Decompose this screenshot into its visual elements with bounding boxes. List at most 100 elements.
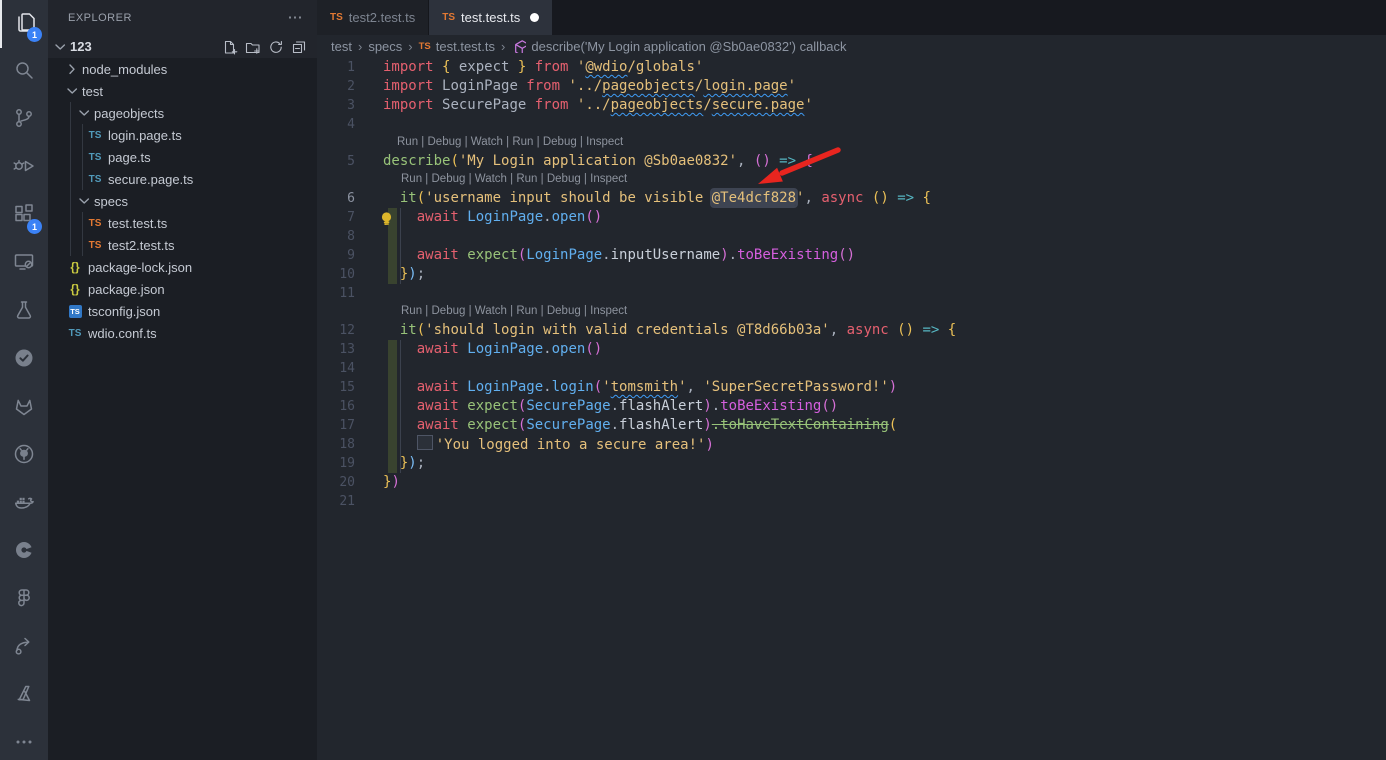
code-token: it [400,322,417,338]
tree-item-label: specs [94,194,128,209]
codelens-debug-link[interactable]: Debug [432,173,466,185]
activity-item-explorer[interactable]: 1 [0,0,48,48]
line-number: 3 [317,96,355,115]
views-more-icon[interactable]: ⋯ [288,13,304,23]
code-token: await [417,417,468,433]
code-token: import [383,78,442,94]
badge-count: 1 [27,27,42,42]
ts-file-icon: TS [330,12,343,23]
codelens-run-link[interactable]: Run [401,173,422,185]
tree-item-secure-page-ts[interactable]: TSsecure.page.ts [48,168,317,190]
code-token: await [417,247,468,263]
tree-item-label: node_modules [82,62,167,77]
code-token: / [703,97,711,113]
code-token: => [771,153,805,169]
codelens-inspect-link[interactable]: Inspect [586,136,623,148]
tree-item-label: package-lock.json [88,260,192,275]
codelens-run-link[interactable]: Run [397,136,418,148]
refresh-explorer-icon[interactable] [268,39,284,55]
activity-item-docker[interactable] [0,480,48,528]
breadcrumb-item-test-test-ts[interactable]: TStest.test.ts [419,39,495,54]
codelens-row: Run | Debug | Watch | Run | Debug | Insp… [317,134,1386,152]
codelens-separator: | [461,136,470,148]
codelens-debug-link[interactable]: Debug [547,173,581,185]
activity-item-search[interactable] [0,48,48,96]
tree-item-pageobjects[interactable]: pageobjects [48,102,317,124]
codelens-separator: | [581,173,590,185]
code-line-3: 3import SecurePage from '../pageobjects/… [317,96,1386,115]
code-token: expect [467,398,518,414]
activity-item-circleci[interactable] [0,528,48,576]
code-token: ) [703,417,711,433]
breadcrumb: test›specs›TStest.test.ts›describe('My L… [317,35,1386,58]
code-token: SecurePage [526,417,610,433]
tab-label: test2.test.ts [349,10,415,25]
code-line-1: 1import { expect } from '@wdio/globals' [317,58,1386,77]
codelens-run-link[interactable]: Run [512,136,533,148]
codelens-inspect-link[interactable]: Inspect [590,305,627,317]
activity-item-extensions[interactable]: 1 [0,192,48,240]
codelens-watch-link[interactable]: Watch [475,173,507,185]
codelens-watch-link[interactable]: Watch [471,136,503,148]
git-added-indicator-bar [388,397,397,416]
activity-item-run-and-debug[interactable] [0,144,48,192]
codelens-separator: | [537,305,546,317]
lightbulb-icon[interactable] [379,210,395,226]
codelens-debug-link[interactable]: Debug [543,136,577,148]
indent-guide [400,265,401,284]
codelens-run-link[interactable]: Run [401,305,422,317]
breadcrumb-separator: › [358,39,362,54]
breadcrumb-item-describe-my-login-a[interactable]: describe('My Login application @Sb0ae083… [511,38,846,56]
new-folder-icon[interactable] [245,39,261,55]
code-line-21: 21 [317,492,1386,511]
breadcrumb-separator: › [501,39,505,54]
indent-guide [400,416,401,435]
codelens-debug-link[interactable]: Debug [432,305,466,317]
code-token: ; [417,455,425,471]
activity-item-more-actions[interactable] [0,720,48,760]
file-tree: node_modulestestpageobjectsTSlogin.page.… [48,58,317,760]
tree-item-package-lock-json[interactable]: {}package-lock.json [48,256,317,278]
code-token: await [417,398,468,414]
breadcrumb-item-test[interactable]: test [331,39,352,54]
new-file-icon[interactable] [222,39,238,55]
line-number: 17 [317,416,355,435]
tab-test-test-ts[interactable]: TStest.test.ts [429,0,552,35]
code-line-19: 19 }); [317,454,1386,473]
tree-item-page-ts[interactable]: TSpage.ts [48,146,317,168]
activity-item-testing[interactable] [0,288,48,336]
tree-item-specs[interactable]: specs [48,190,317,212]
tree-item-test[interactable]: test [48,80,317,102]
activity-item-live-share[interactable] [0,624,48,672]
activity-item-task-check[interactable] [0,336,48,384]
codelens-debug-link[interactable]: Debug [428,136,462,148]
code-token: flashAlert [619,398,703,414]
collapse-folders-icon[interactable] [291,39,307,55]
tree-item-label: login.page.ts [108,128,182,143]
activity-item-remote-explorer[interactable] [0,240,48,288]
codelens-inspect-link[interactable]: Inspect [590,173,627,185]
workspace-section-header[interactable]: 123 [48,35,317,58]
tree-item-tsconfig-json[interactable]: TStsconfig.json [48,300,317,322]
tab-test2-test-ts[interactable]: TS test2.test.ts [317,0,429,35]
tree-item-test2-test-ts[interactable]: TStest2.test.ts [48,234,317,256]
tree-item-package-json[interactable]: {}package.json [48,278,317,300]
codelens-run-link[interactable]: Run [516,173,537,185]
codelens-watch-link[interactable]: Watch [475,305,507,317]
codelens-debug-link[interactable]: Debug [547,305,581,317]
modified-dot[interactable] [530,13,539,22]
tree-item-node-modules[interactable]: node_modules [48,58,317,80]
activity-item-gitlab[interactable] [0,384,48,432]
code-token: 'username input should be visible [425,190,712,206]
tree-item-login-page-ts[interactable]: TSlogin.page.ts [48,124,317,146]
code-token: login.page [703,78,787,94]
activity-item-github[interactable] [0,432,48,480]
tree-item-wdio-conf-ts[interactable]: TSwdio.conf.ts [48,322,317,344]
breadcrumb-item-specs[interactable]: specs [368,39,402,54]
tree-item-test-test-ts[interactable]: TStest.test.ts [48,212,317,234]
activity-item-azure[interactable] [0,672,48,720]
codelens-run-link[interactable]: Run [516,305,537,317]
code-line-10: 10 }); [317,265,1386,284]
activity-item-source-control[interactable] [0,96,48,144]
activity-item-figma[interactable] [0,576,48,624]
